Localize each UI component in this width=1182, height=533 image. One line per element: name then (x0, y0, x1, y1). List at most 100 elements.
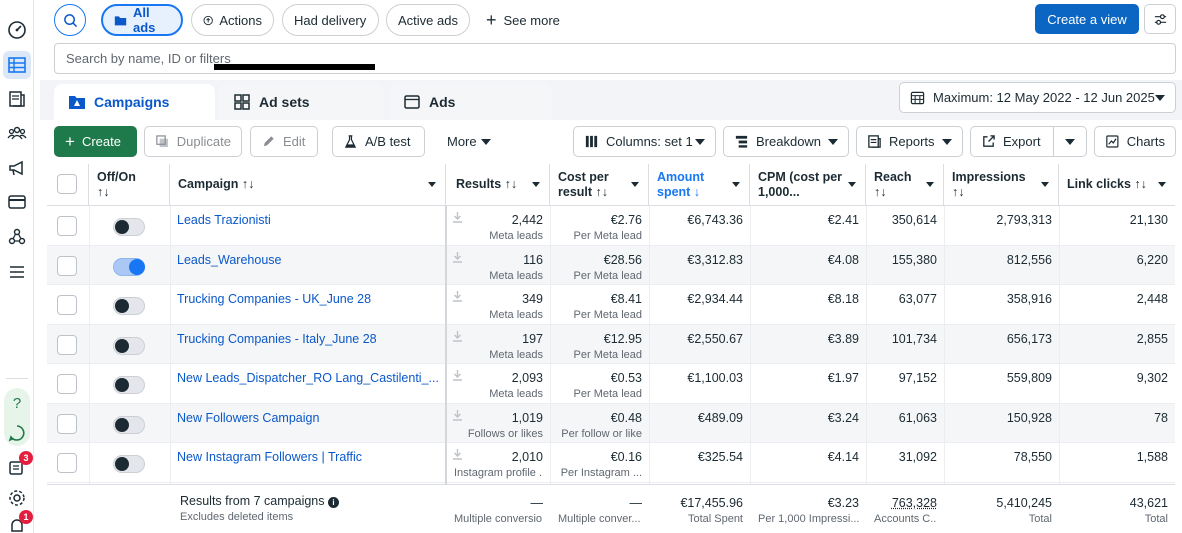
campaign-name-link[interactable]: New Followers Campaign (177, 410, 438, 427)
link-clicks-header[interactable]: Link clicks ↑↓ (1059, 164, 1175, 206)
download-icon[interactable] (452, 330, 463, 342)
search-toggle-button[interactable] (54, 4, 86, 36)
reach-value: 155,380 (891, 252, 937, 267)
cost-per-result-header[interactable]: Cost per result ↑↓ (550, 164, 649, 206)
table-row[interactable]: Leads Trazionisti 2,442 Meta leads €2.76 Per… (47, 206, 1175, 246)
spent-value: €3,312.83 (687, 252, 743, 267)
columns-button[interactable]: Columns: set 1 (573, 126, 716, 157)
settings-gear-icon[interactable] (3, 484, 31, 512)
download-icon[interactable] (452, 448, 463, 460)
table-row[interactable]: Trucking Companies - Italy_June 28 197 Met… (47, 324, 1175, 364)
campaign-name-link[interactable]: Trucking Companies - UK_June 28 (177, 291, 438, 308)
table-row[interactable]: New Instagram Followers | Traffic 2,010 In… (47, 443, 1175, 483)
audiences-icon[interactable] (3, 119, 31, 147)
reach-cell: 350,614 (867, 206, 944, 246)
table-row[interactable]: New Followers Campaign 1,019 Follows or li… (47, 403, 1175, 443)
results-subtitle: Meta leads (489, 269, 543, 282)
campaign-name-link[interactable]: Leads Trazionisti (177, 212, 438, 229)
row-checkbox[interactable] (57, 255, 77, 276)
dashboard-icon[interactable] (3, 16, 31, 44)
campaign-toggle[interactable] (113, 376, 145, 394)
had-delivery-filter[interactable]: Had delivery (282, 4, 379, 36)
tab-ads[interactable]: Ads (389, 84, 552, 120)
download-icon[interactable] (452, 251, 463, 263)
campaigns-table-icon[interactable] (3, 51, 31, 79)
export-options-button[interactable] (1053, 126, 1087, 157)
campaign-name-link[interactable]: Leads_Warehouse (177, 252, 438, 269)
chevron-down-icon (1155, 94, 1165, 101)
table-row[interactable]: New Leads_Dispatcher_RO Lang_Castilenti_… (47, 364, 1175, 404)
menu-icon[interactable] (3, 258, 31, 286)
impressions-header[interactable]: Impressions ↑↓ (944, 164, 1059, 206)
campaign-toggle[interactable] (113, 415, 145, 434)
info-icon[interactable]: i (328, 497, 339, 508)
campaign-toggle[interactable] (113, 297, 145, 315)
select-all-checkbox[interactable] (57, 174, 77, 194)
business-tools-icon[interactable] (3, 223, 31, 251)
alerts-bell-icon[interactable]: 1 (3, 510, 33, 533)
off-on-header[interactable]: Off/On ↑↓ (89, 164, 170, 206)
notifications-icon[interactable]: 3 (3, 451, 33, 481)
download-icon[interactable] (452, 409, 463, 421)
ab-test-button[interactable]: A/B test (332, 126, 425, 157)
chart-icon (1106, 135, 1119, 148)
create-view-button[interactable]: Create a view (1035, 4, 1139, 34)
tab-ad-sets[interactable]: Ad sets (219, 84, 384, 120)
row-checkbox[interactable] (57, 334, 77, 355)
campaign-toggle[interactable] (113, 455, 145, 473)
more-button[interactable]: More (436, 126, 502, 157)
campaign-name-link[interactable]: Trucking Companies - Italy_June 28 (177, 331, 438, 348)
create-button[interactable]: + Create (54, 126, 137, 157)
customize-view-button[interactable] (1144, 4, 1176, 34)
amount-spent-header[interactable]: Amount spent ↓ (649, 164, 750, 206)
campaign-toggle[interactable] (113, 336, 145, 355)
summary-title: Results from 7 campaigns (180, 494, 325, 508)
clicks-cell: 21,130 (1060, 206, 1175, 246)
charts-button[interactable]: Charts (1094, 126, 1176, 157)
pages-icon[interactable] (3, 85, 31, 113)
reports-button[interactable]: Reports (856, 126, 963, 157)
download-icon[interactable] (452, 211, 463, 223)
date-range-picker[interactable]: Maximum: 12 May 2022 - 12 Jun 2025 (899, 82, 1176, 113)
campaign-header[interactable]: Campaign ↑↓ (170, 164, 446, 206)
breakdown-icon (735, 135, 748, 148)
cpm-header[interactable]: CPM (cost per 1,000... (750, 164, 866, 206)
export-button[interactable]: Export (970, 126, 1054, 157)
edit-button[interactable]: Edit (250, 126, 318, 157)
reach-header[interactable]: Reach ↑↓ (866, 164, 944, 206)
see-more-button[interactable]: + See more (486, 4, 560, 36)
campaign-name-link[interactable]: New Leads_Dispatcher_RO Lang_Castilenti_… (177, 370, 438, 387)
duplicate-button[interactable]: Duplicate (144, 126, 242, 157)
row-checkbox[interactable] (57, 374, 77, 394)
row-checkbox[interactable] (57, 295, 77, 315)
megaphone-icon[interactable] (3, 154, 31, 182)
campaign-name-link[interactable]: New Instagram Followers | Traffic (177, 449, 438, 466)
all-ads-filter[interactable]: All ads (101, 4, 183, 36)
download-icon[interactable] (452, 290, 463, 302)
tab-campaigns[interactable]: Campaigns (54, 84, 215, 120)
row-checkbox[interactable] (57, 453, 77, 473)
cost-subtitle: Per Meta lead (573, 230, 642, 242)
table-summary-row: Results from 7 campaigns i Excludes dele… (47, 484, 1175, 533)
table-row[interactable]: Trucking Companies - UK_June 28 349 Meta l… (47, 285, 1175, 325)
spent-cell: €325.54 (650, 443, 750, 483)
row-checkbox[interactable] (57, 216, 77, 236)
toggle-knob (115, 417, 129, 432)
active-ads-filter[interactable]: Active ads (386, 4, 470, 36)
table-row[interactable]: Leads_Warehouse 116 Meta leads €28.56 Per Me… (47, 245, 1175, 285)
help-icon[interactable]: ? (3, 389, 31, 417)
actions-filter[interactable]: Actions (191, 4, 274, 36)
campaign-toggle[interactable] (113, 257, 145, 276)
breakdown-label: Breakdown (756, 134, 822, 149)
download-icon[interactable] (452, 369, 463, 381)
chat-support-icon[interactable] (3, 419, 31, 447)
billing-card-icon[interactable] (3, 188, 31, 216)
cost-value: €28.56 (603, 252, 642, 267)
results-header[interactable]: Results ↑↓ (446, 164, 550, 206)
row-checkbox[interactable] (57, 413, 77, 434)
campaign-toggle[interactable] (113, 218, 145, 236)
breakdown-button[interactable]: Breakdown (723, 126, 849, 157)
reach-value: 350,614 (891, 213, 937, 227)
toggle-knob (115, 220, 129, 234)
clicks-value: 9,302 (1136, 371, 1168, 385)
